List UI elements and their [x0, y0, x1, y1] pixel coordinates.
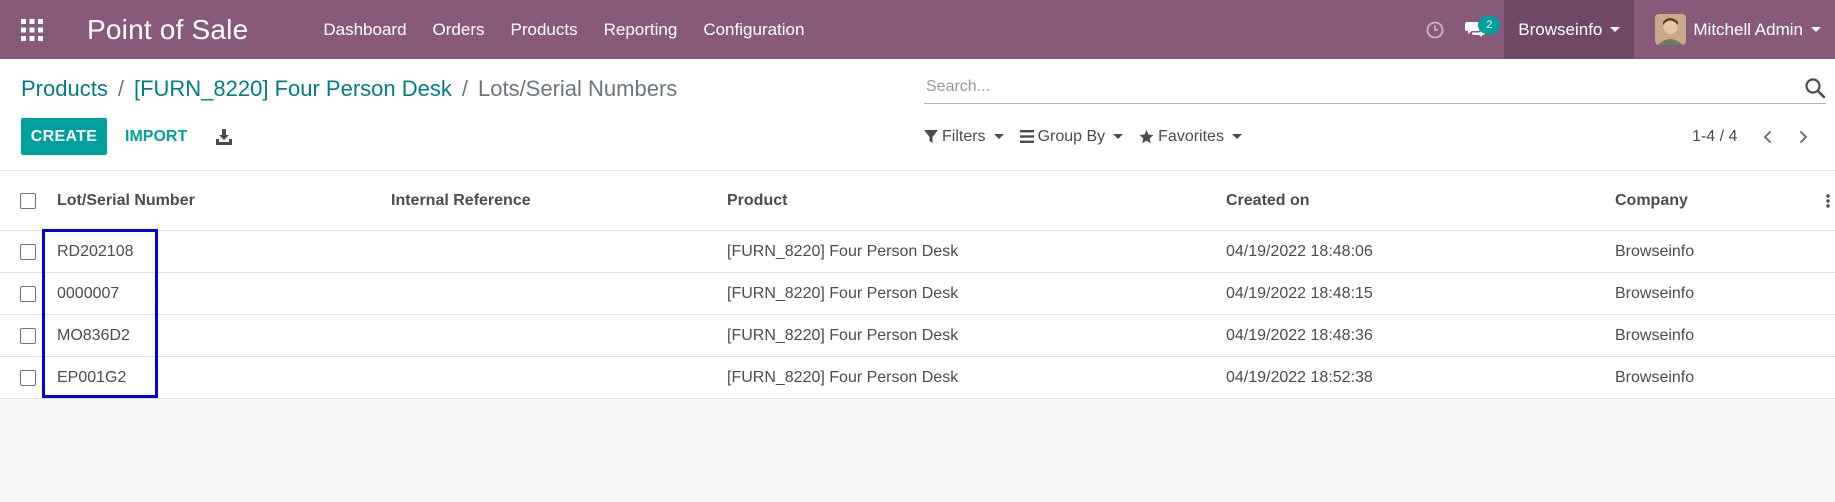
row-checkbox[interactable]: [20, 357, 36, 398]
filters-label: Filters: [942, 127, 986, 145]
row-checkbox[interactable]: [20, 231, 36, 272]
create-button[interactable]: CREATE: [21, 118, 107, 155]
caret-down-icon: [1113, 134, 1124, 139]
company-cell: Browseinfo: [1615, 368, 1695, 386]
lot-cell: 0000007: [57, 284, 120, 302]
search-options: Filters Group By Favorites: [924, 118, 1258, 155]
row-checkbox[interactable]: [20, 315, 36, 356]
company-cell: Browseinfo: [1615, 326, 1695, 344]
chevron-right-icon: [1799, 130, 1808, 143]
vertical-ellipsis-icon: [1826, 193, 1830, 208]
breadcrumb-separator: /: [117, 76, 124, 101]
company-cell: Browseinfo: [1615, 284, 1695, 302]
column-header-internal-reference[interactable]: Internal Reference: [391, 171, 531, 230]
import-button[interactable]: IMPORT: [113, 118, 199, 155]
menu-products[interactable]: Products: [498, 0, 591, 59]
breadcrumb-product[interactable]: [FURN_8220] Four Person Desk: [134, 76, 452, 102]
table-row[interactable]: 0000007 [FURN_8220] Four Person Desk 04/…: [0, 273, 1835, 315]
column-header-product[interactable]: Product: [727, 171, 787, 230]
table-row[interactable]: EP001G2 [FURN_8220] Four Person Desk 04/…: [0, 357, 1835, 399]
chevron-left-icon: [1763, 130, 1772, 143]
app-title[interactable]: Point of Sale: [87, 14, 248, 46]
breadcrumb-separator: /: [461, 76, 468, 101]
user-menu[interactable]: Mitchell Admin: [1634, 0, 1835, 59]
created-on-cell: 04/19/2022 18:52:38: [1226, 368, 1373, 386]
created-on-cell: 04/19/2022 18:48:36: [1226, 326, 1373, 344]
caret-down-icon: [993, 134, 1004, 139]
company-switcher[interactable]: Browseinfo: [1504, 0, 1635, 59]
company-cell: Browseinfo: [1615, 242, 1695, 260]
lot-cell: EP001G2: [57, 368, 127, 386]
select-all-checkbox[interactable]: [20, 171, 36, 230]
menu-orders[interactable]: Orders: [420, 0, 498, 59]
row-checkbox[interactable]: [20, 273, 36, 314]
pager: 1-4 / 4: [1692, 118, 1821, 155]
column-header-lot[interactable]: Lot/Serial Number: [57, 171, 195, 230]
download-icon: [216, 128, 232, 145]
menu-dashboard[interactable]: Dashboard: [310, 0, 419, 59]
message-count-badge: 2: [1478, 16, 1501, 34]
lot-cell: RD202108: [57, 242, 134, 260]
page-title: Lots/Serial Numbers: [477, 76, 678, 101]
pager-previous-button[interactable]: [1749, 118, 1785, 155]
control-panel: Products / [FURN_8220] Four Person Desk …: [0, 59, 1835, 171]
bars-icon: [1019, 130, 1034, 143]
breadcrumb: Products / [FURN_8220] Four Person Desk …: [21, 76, 677, 102]
optional-columns-toggle[interactable]: [1826, 171, 1830, 230]
star-icon: [1139, 129, 1154, 143]
search-bar: [924, 70, 1826, 104]
caret-down-icon: [1231, 134, 1242, 139]
created-on-cell: 04/19/2022 18:48:06: [1226, 242, 1373, 260]
product-cell: [FURN_8220] Four Person Desk: [727, 326, 959, 344]
caret-down-icon: [1610, 27, 1621, 32]
caret-down-icon: [1811, 27, 1821, 32]
created-on-cell: 04/19/2022 18:48:15: [1226, 284, 1373, 302]
table-header: Lot/Serial Number Internal Reference Pro…: [0, 171, 1835, 231]
group-by-button[interactable]: Group By: [1019, 127, 1124, 146]
favorites-button[interactable]: Favorites: [1139, 128, 1242, 146]
favorites-label: Favorites: [1158, 127, 1224, 145]
company-name: Browseinfo: [1518, 19, 1603, 39]
table-row[interactable]: MO836D2 [FURN_8220] Four Person Desk 04/…: [0, 315, 1835, 357]
product-cell: [FURN_8220] Four Person Desk: [727, 284, 959, 302]
column-header-created-on[interactable]: Created on: [1226, 171, 1310, 230]
breadcrumb-products[interactable]: Products: [21, 76, 108, 102]
group-by-label: Group By: [1037, 127, 1106, 145]
search-input[interactable]: [924, 70, 1784, 103]
grid-icon: [21, 18, 43, 41]
search-icon[interactable]: [1804, 77, 1826, 99]
product-cell: [FURN_8220] Four Person Desk: [727, 242, 959, 260]
menu-configuration[interactable]: Configuration: [690, 0, 817, 59]
clock-icon: [1426, 21, 1444, 38]
apps-menu-button[interactable]: [0, 0, 64, 59]
menu-reporting[interactable]: Reporting: [591, 0, 691, 59]
avatar: [1655, 14, 1687, 45]
top-navbar: Point of Sale Dashboard Orders Products …: [0, 0, 1835, 59]
activity-button[interactable]: [1416, 0, 1454, 59]
messaging-button[interactable]: 2: [1454, 0, 1501, 59]
lot-cell: MO836D2: [57, 326, 130, 344]
filter-icon: [924, 129, 938, 143]
pager-next-button[interactable]: [1785, 118, 1821, 155]
filters-button[interactable]: Filters: [924, 128, 1004, 146]
export-button[interactable]: [210, 118, 238, 155]
column-header-company[interactable]: Company: [1615, 171, 1688, 230]
table-row[interactable]: RD202108 [FURN_8220] Four Person Desk 04…: [0, 231, 1835, 273]
product-cell: [FURN_8220] Four Person Desk: [727, 368, 959, 386]
user-name: Mitchell Admin: [1693, 19, 1803, 39]
lots-list-table: Lot/Serial Number Internal Reference Pro…: [0, 171, 1835, 399]
pager-value[interactable]: 1-4 / 4: [1692, 128, 1737, 146]
